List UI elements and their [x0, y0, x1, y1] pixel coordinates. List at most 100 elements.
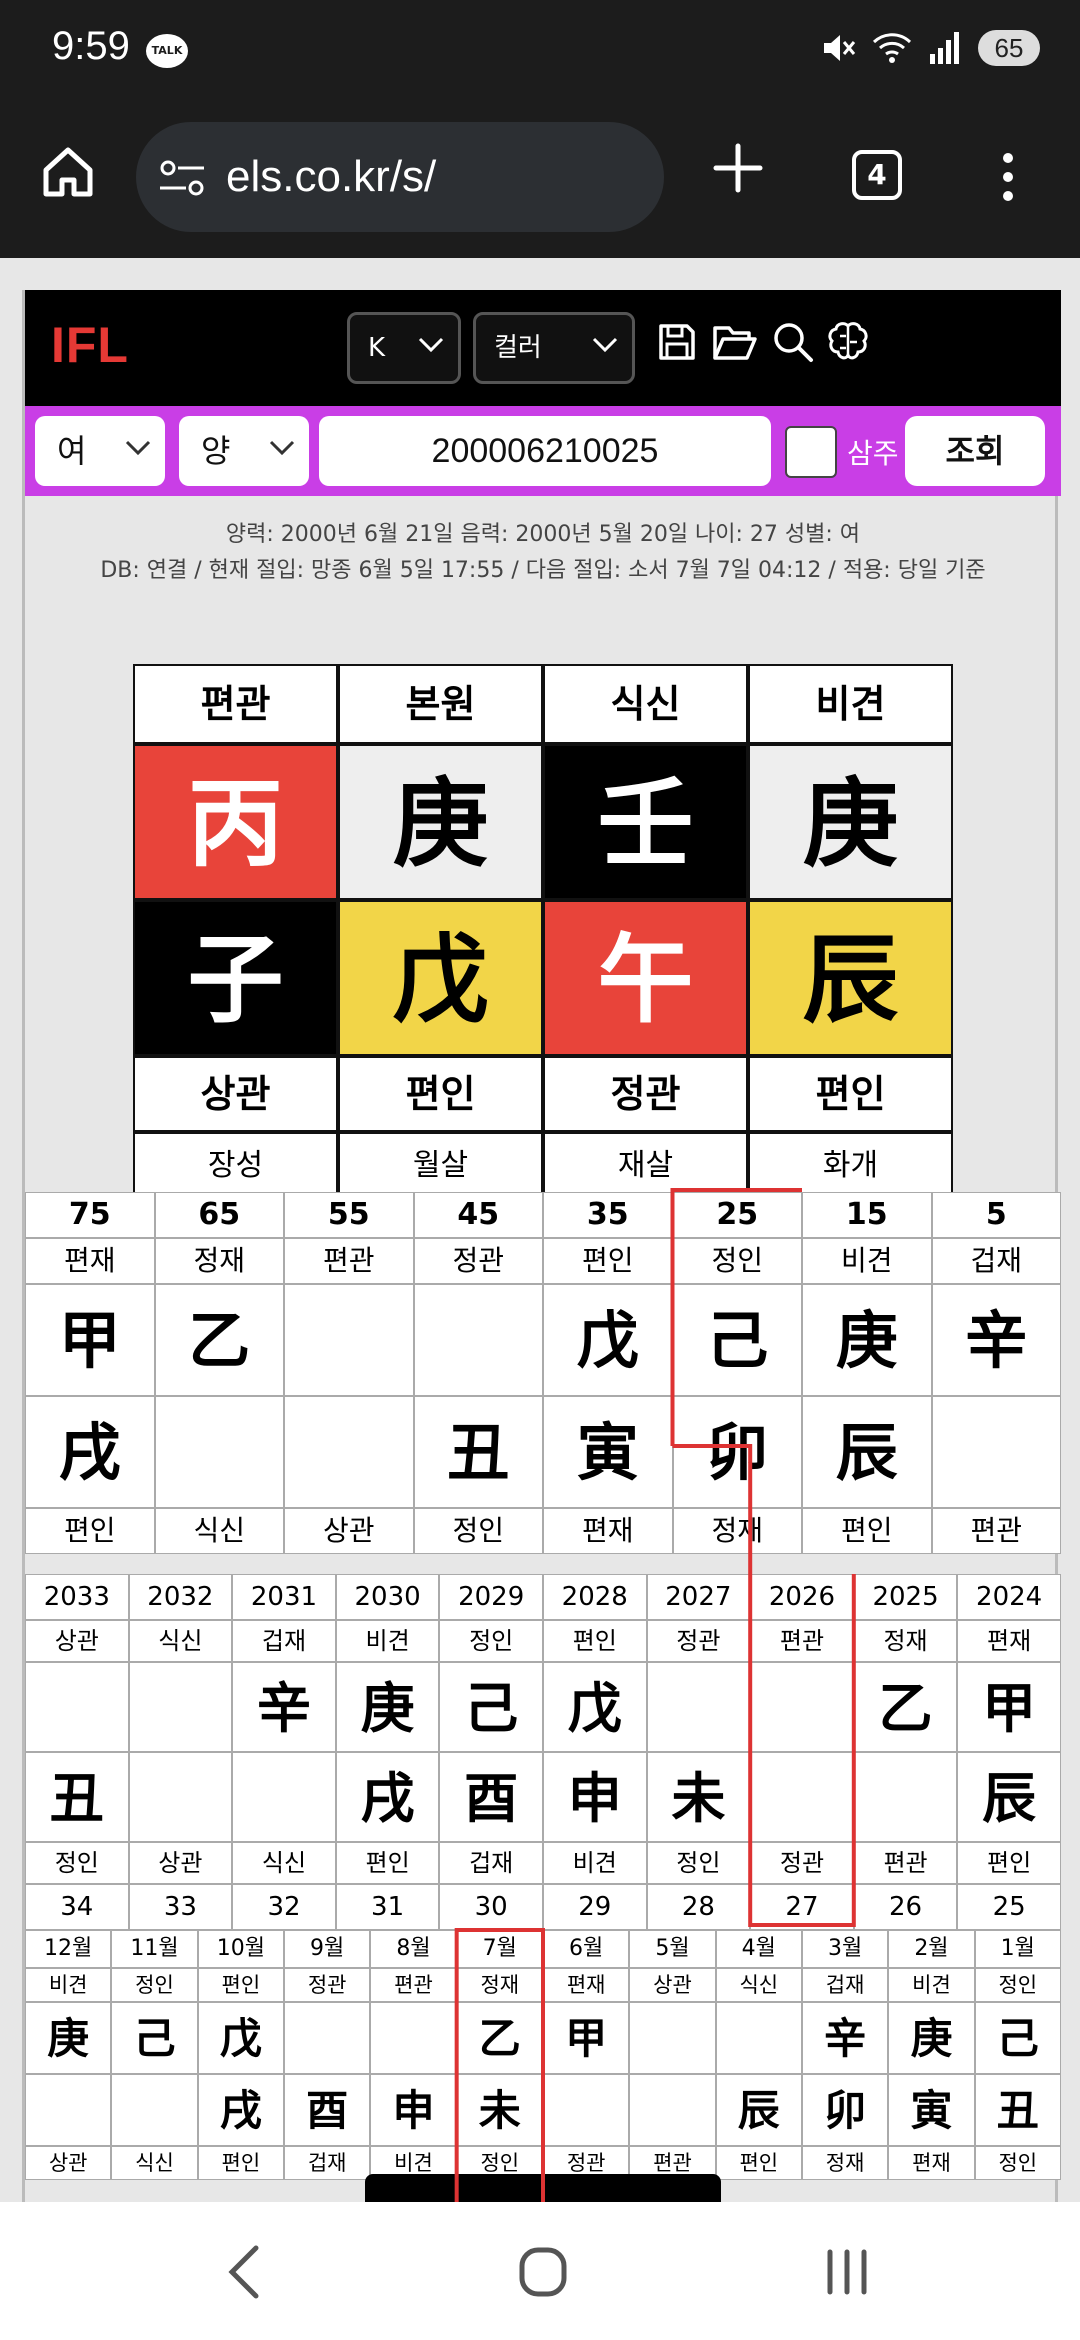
daeun-stem-god: 비견: [802, 1238, 932, 1284]
month-stem: 乙: [456, 2002, 543, 2074]
month-branch-god: 편재: [888, 2146, 975, 2180]
pillar-stem: 庚: [748, 744, 953, 900]
daeun-stem-god: 정관: [413, 1238, 543, 1284]
year-stem: 壬: [128, 1662, 233, 1752]
pillar-stem-row: 丙 庚 壬 庚: [133, 744, 953, 900]
home-icon[interactable]: [40, 144, 96, 200]
month-branch-god: 상관: [25, 2146, 112, 2180]
year-label: 2027: [646, 1574, 751, 1620]
color-select[interactable]: 컬러: [473, 312, 635, 384]
daeun-age: 55: [284, 1192, 414, 1238]
mode-select-value: K: [368, 333, 386, 363]
year-stem-god: 정재: [853, 1620, 958, 1662]
address-bar[interactable]: els.co.kr/s/: [136, 122, 664, 232]
month-branch-god: 식신: [111, 2146, 198, 2180]
month-label: 11월: [111, 1930, 198, 1968]
month-stem: 庚: [25, 2002, 112, 2074]
folder-open-icon[interactable]: [711, 320, 759, 364]
search-icon[interactable]: [771, 320, 815, 364]
more-menu-icon[interactable]: [1000, 152, 1016, 202]
gender-select[interactable]: 여: [35, 416, 165, 486]
daeun-branch-god: 상관: [284, 1508, 414, 1554]
year-age: 33: [128, 1884, 233, 1930]
year-label: 2030: [335, 1574, 440, 1620]
daeun-age: 35: [543, 1192, 673, 1238]
year-stem: 癸: [25, 1662, 129, 1752]
recents-icon[interactable]: [822, 2244, 872, 2300]
app-frame: IFL K 컬러 여 양 200006210025 삼주 조회 양력: 2000…: [22, 290, 1061, 2202]
year-branch: 未: [646, 1752, 751, 1842]
month-stem: 癸: [629, 2002, 716, 2074]
mode-select[interactable]: K: [347, 312, 461, 384]
pillar-stem: 丙: [133, 744, 338, 900]
calendar-select-value: 양: [201, 432, 231, 470]
daeun-branch-row: 戌亥子丑寅卯辰巳: [25, 1396, 1061, 1508]
month-branch: 酉: [283, 2074, 371, 2146]
year-branch-god: 편인: [335, 1842, 440, 1884]
year-stem-god: 정관: [646, 1620, 751, 1662]
month-label: 12월: [25, 1930, 112, 1968]
pillar-stem: 庚: [338, 744, 543, 900]
pillar-header-row: 편관 본원 식신 비견: [133, 664, 953, 744]
month-label-row: 12월 11월 10월 9월 8월 7월 6월 5월 4월 3월 2월 1월: [25, 1930, 1061, 1968]
gender-select-value: 여: [57, 432, 87, 470]
back-icon[interactable]: [224, 2244, 264, 2300]
month-stem-god: 편인: [197, 1968, 284, 2002]
chevron-down-icon: [418, 337, 444, 353]
daeun-stem-god-row: 편재 정재 편관 정관 편인 정인 비견 겁재: [25, 1238, 1061, 1284]
pillar-header: 편관: [133, 664, 338, 744]
year-stem-god: 비견: [335, 1620, 440, 1662]
year-label: 2024: [957, 1574, 1061, 1620]
pillar-header: 식신: [543, 664, 748, 744]
daeun-stem-god: 편재: [25, 1238, 155, 1284]
url-text: els.co.kr/s/: [226, 152, 437, 201]
daeun-branch: 子: [284, 1396, 414, 1508]
year-branch-god: 정인: [646, 1842, 751, 1884]
month-stem: 己: [974, 2002, 1061, 2074]
month-stem-god-row: 비견 정인 편인 정관 편관 정재 편재 상관 식신 겁재 비견 정인: [25, 1968, 1061, 2002]
daeun-branch-god: 편인: [25, 1508, 155, 1554]
browser-toolbar: els.co.kr/s/ 4: [0, 100, 1080, 258]
home-nav-icon[interactable]: [518, 2244, 568, 2300]
battery-icon: 65: [978, 30, 1040, 66]
calendar-select[interactable]: 양: [179, 416, 309, 486]
new-tab-icon[interactable]: [712, 142, 764, 194]
submit-button[interactable]: 조회: [905, 416, 1045, 486]
month-stem: 丙: [370, 2002, 457, 2074]
birth-datetime-input[interactable]: 200006210025: [319, 416, 771, 486]
save-icon[interactable]: [655, 320, 699, 364]
site-settings-icon[interactable]: [158, 160, 206, 196]
year-label: 2033: [25, 1574, 129, 1620]
daeun-stem-row: 甲乙丙丁戊己庚辛: [25, 1284, 1061, 1396]
pillar-ten-god: 편인: [338, 1056, 543, 1132]
query-form: 여 양 200006210025 삼주 조회: [25, 406, 1061, 496]
daeun-age: 15: [802, 1192, 932, 1238]
month-branch: 午: [542, 2074, 630, 2146]
signal-icon: [930, 32, 959, 64]
brain-icon[interactable]: [825, 320, 871, 364]
month-stem-god: 상관: [629, 1968, 716, 2002]
daeun-stem: 乙: [154, 1284, 284, 1396]
month-stem: 丁: [283, 2002, 371, 2074]
tab-switcher-button[interactable]: 4: [852, 150, 902, 200]
pillar-tengod-row: 상관 편인 정관 편인: [133, 1056, 953, 1132]
year-branch: 酉: [439, 1752, 543, 1842]
pillar-stem: 壬: [543, 744, 748, 900]
chevron-down-icon: [592, 337, 618, 353]
month-branch: 寅: [888, 2074, 975, 2146]
year-label-row: 2033 2032 2031 2030 2029 2028 2027 2026 2025 2024: [25, 1574, 1061, 1620]
bottom-floating-bar[interactable]: [365, 2174, 721, 2202]
wifi-icon: [872, 33, 912, 63]
year-branch-god: 편관: [853, 1842, 958, 1884]
year-stem: 甲: [957, 1662, 1061, 1752]
year-label: 2031: [232, 1574, 336, 1620]
year-stem-god: 상관: [25, 1620, 129, 1662]
month-stem-row: 庚己戊丁丙乙甲癸壬辛庚己: [25, 2002, 1061, 2074]
month-branch-god: 정재: [801, 2146, 889, 2180]
pillar-branch: 午: [543, 900, 748, 1056]
month-label: 7월: [456, 1930, 543, 1968]
yearly-luck-grid: 2033 2032 2031 2030 2029 2028 2027 2026 2025 2024…: [25, 1574, 1061, 1930]
daeun-age: 65: [154, 1192, 284, 1238]
year-stem: 丙: [750, 1662, 854, 1752]
samju-checkbox[interactable]: [785, 426, 837, 478]
